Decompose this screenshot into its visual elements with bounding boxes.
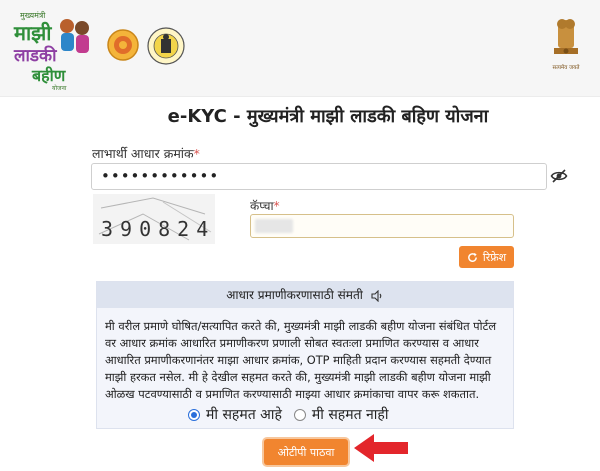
- svg-text:बहीण: बहीण: [31, 66, 67, 85]
- scheme-logo: मुख्यमंत्री माझी लाडकी बहीण योजना: [13, 10, 89, 92]
- svg-text:योजना: योजना: [52, 84, 67, 92]
- refresh-icon: [468, 252, 477, 262]
- svg-text:लाडकी: लाडकी: [13, 45, 57, 66]
- maharashtra-seal-icon: [107, 29, 139, 61]
- eye-slash-icon[interactable]: [550, 167, 568, 185]
- captcha-input-value: [255, 219, 293, 233]
- agree-radio-label[interactable]: मी सहमत आहे: [206, 405, 282, 424]
- emblem-caption: सत्यमेव जयते: [552, 64, 580, 71]
- consent-radio-group: मी सहमत आहे मी सहमत नाही: [188, 405, 401, 424]
- svg-text:मुख्यमंत्री: मुख्यमंत्री: [20, 10, 46, 21]
- send-otp-button[interactable]: ओटीपी पाठवा: [264, 439, 348, 465]
- required-mark: *: [273, 199, 280, 213]
- agree-radio[interactable]: [188, 408, 200, 421]
- disagree-radio[interactable]: [293, 408, 306, 421]
- speaker-icon[interactable]: [371, 289, 384, 302]
- page-title: e-KYC - मुख्यमंत्री माझी लाडकी बहिण योजन…: [167, 106, 489, 127]
- captcha-input[interactable]: [250, 214, 514, 238]
- captcha-label: कॅप्चा*: [250, 197, 280, 214]
- refresh-button-label: रिफ्रेश: [482, 250, 507, 264]
- captcha-code: 390824: [101, 217, 216, 241]
- consent-heading-text: आधार प्रमाणीकरणासाठी संमती: [226, 288, 363, 302]
- consent-text: मी वरील प्रमाणे घोषित/सत्यापित करते की, …: [105, 319, 497, 401]
- site-header: मुख्यमंत्री माझी लाडकी बहीण योजना सत्यमे…: [0, 0, 600, 97]
- disagree-radio-label[interactable]: मी सहमत नाही: [312, 405, 389, 424]
- red-arrow-icon: [354, 434, 408, 462]
- required-mark: *: [193, 146, 200, 161]
- national-emblem-icon: सत्यमेव जयते: [552, 19, 580, 71]
- captcha-label-text: कॅप्चा: [250, 199, 274, 213]
- svg-text:माझी: माझी: [13, 21, 52, 45]
- department-seal-icon: [147, 27, 185, 65]
- consent-heading: आधार प्रमाणीकरणासाठी संमती: [97, 282, 513, 308]
- aadhaar-label: लाभार्थी आधार क्रमांक*: [92, 145, 200, 162]
- aadhaar-label-text: लाभार्थी आधार क्रमांक: [92, 146, 194, 161]
- refresh-button[interactable]: रिफ्रेश: [459, 246, 514, 268]
- aadhaar-input[interactable]: ••••••••••••: [91, 163, 547, 190]
